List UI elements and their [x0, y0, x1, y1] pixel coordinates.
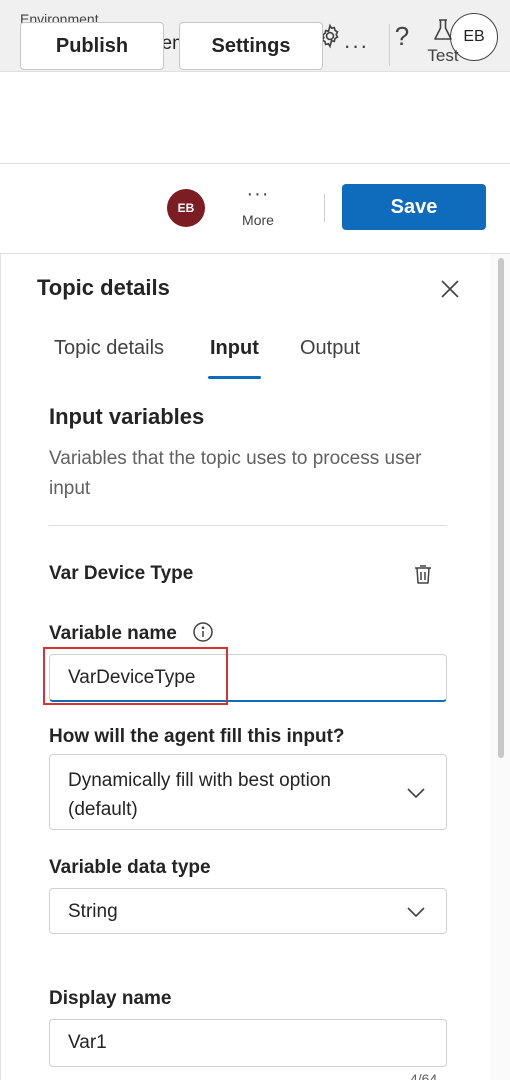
- chevron-down-icon: [407, 907, 425, 918]
- tab-input[interactable]: Input: [210, 337, 259, 360]
- test-button[interactable]: Test: [408, 18, 478, 72]
- panel-title: Topic details: [37, 275, 170, 300]
- more-label: More: [242, 212, 274, 228]
- section-description: Variables that the topic uses to process…: [49, 448, 422, 499]
- flask-icon: [434, 19, 452, 40]
- fill-method-dropdown[interactable]: Dynamically fill with best option (defau…: [49, 754, 447, 830]
- selected-tab-indicator: [208, 376, 261, 379]
- data-type-dropdown[interactable]: String: [49, 888, 447, 934]
- data-type-label: Variable data type: [49, 857, 211, 878]
- delete-icon[interactable]: [410, 561, 436, 587]
- toolbar-divider: [389, 24, 390, 66]
- fill-method-label: How will the agent fill this input?: [49, 726, 345, 747]
- variable-name-label: Variable name: [49, 623, 177, 644]
- display-name-label: Display name: [49, 988, 172, 1009]
- more-options-icon[interactable]: ···: [338, 30, 374, 62]
- chevron-down-icon: [407, 788, 425, 799]
- collaborator-avatar[interactable]: EB: [167, 189, 205, 227]
- section-title: Input variables: [49, 404, 205, 429]
- fill-method-value: Dynamically fill with best option (defau…: [68, 770, 331, 820]
- more-button[interactable]: ··· More: [234, 184, 282, 234]
- action-divider: [324, 194, 325, 222]
- more-dots-icon: ···: [246, 183, 270, 205]
- display-name-input[interactable]: [49, 1019, 447, 1067]
- info-icon[interactable]: [192, 621, 214, 643]
- tab-topic-details[interactable]: Topic details: [54, 337, 164, 360]
- character-counter: 4/64: [410, 1071, 438, 1080]
- settings-button[interactable]: Settings: [179, 22, 323, 70]
- test-label: Test: [427, 46, 459, 65]
- section-divider: [49, 525, 447, 526]
- data-type-value: String: [68, 901, 118, 922]
- publish-button[interactable]: Publish: [20, 22, 164, 70]
- panel-scrollbar[interactable]: [498, 258, 504, 758]
- highlight-box: [43, 647, 228, 705]
- close-icon[interactable]: [436, 275, 464, 303]
- tab-output[interactable]: Output: [300, 337, 360, 360]
- save-button[interactable]: Save: [342, 184, 486, 230]
- command-toolbar: [0, 72, 510, 164]
- variable-header: Var Device Type: [49, 563, 194, 584]
